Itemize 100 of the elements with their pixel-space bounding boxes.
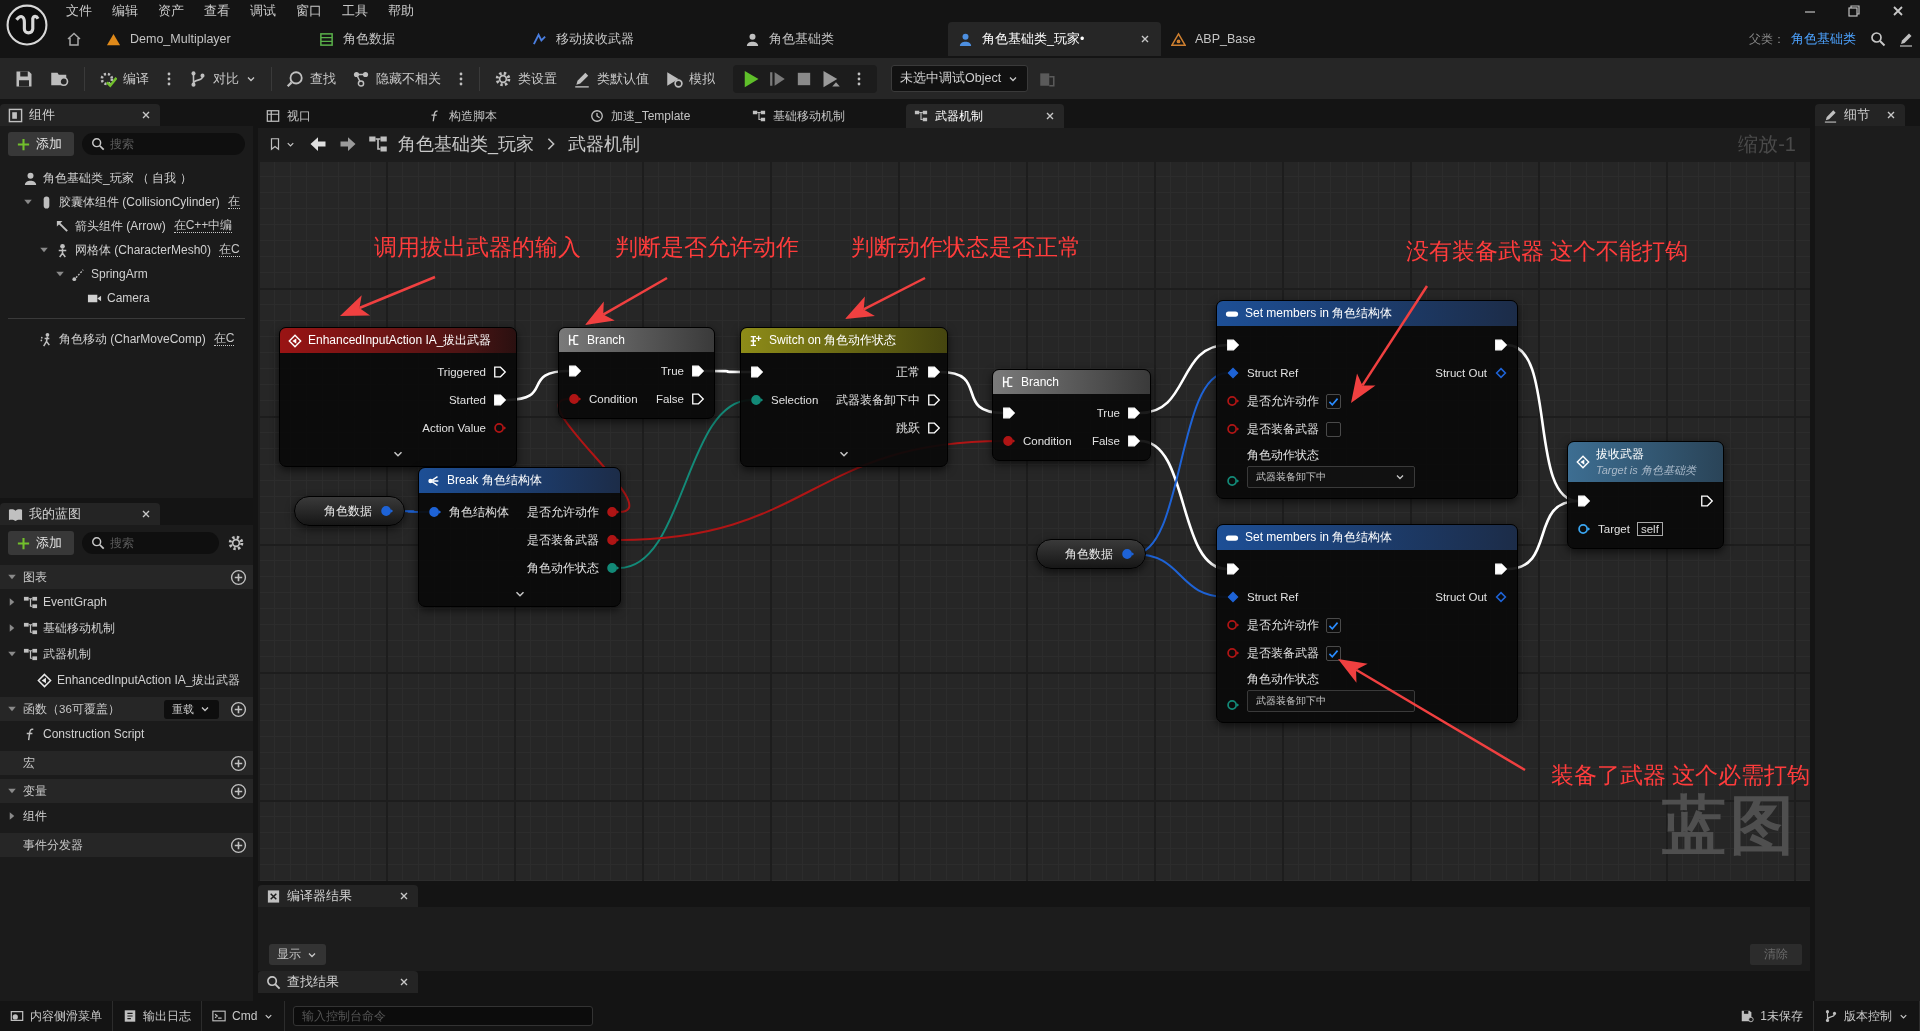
close-icon[interactable] bbox=[398, 976, 410, 988]
exec-pin-icon[interactable] bbox=[1226, 562, 1240, 576]
graph-node[interactable]: Switch on 角色动作状态 Selection 正常 武器装备卸下中 跳跃 bbox=[740, 327, 948, 467]
panel-tab[interactable]: 组件 bbox=[0, 104, 160, 126]
show-dropdown[interactable]: 显示 bbox=[269, 944, 326, 965]
exec-pin-icon[interactable] bbox=[1700, 494, 1714, 508]
section-header[interactable]: 变量 bbox=[0, 779, 253, 803]
close-icon[interactable] bbox=[140, 508, 152, 520]
source-control-button[interactable]: 版本控制 bbox=[1814, 1001, 1920, 1031]
cmd-dropdown[interactable]: Cmd bbox=[202, 1001, 286, 1031]
data-pin-icon[interactable] bbox=[1494, 590, 1508, 604]
exec-pin-icon[interactable] bbox=[927, 365, 942, 379]
restore-icon[interactable] bbox=[1846, 3, 1862, 19]
exec-pin-icon[interactable] bbox=[568, 364, 582, 378]
exec-pin-icon[interactable] bbox=[927, 393, 942, 407]
section-header[interactable]: 事件分发器 bbox=[0, 833, 253, 857]
menu-item[interactable]: 帮助 bbox=[378, 2, 424, 20]
menu-item[interactable]: 编辑 bbox=[102, 2, 148, 20]
compile-button[interactable]: 编译 bbox=[93, 65, 155, 92]
exec-pin-icon[interactable] bbox=[1002, 406, 1016, 420]
add-button[interactable]: 添加 bbox=[8, 531, 74, 555]
play-icon[interactable] bbox=[821, 68, 841, 89]
variable-node[interactable]: 角色数据 bbox=[294, 496, 405, 526]
tree-item[interactable]: 网格体 (CharacterMesh0) bbox=[75, 241, 212, 259]
exec-pin-icon[interactable] bbox=[1127, 406, 1141, 420]
add-icon[interactable] bbox=[230, 782, 247, 800]
graph-node[interactable]: EnhancedInputAction IA_拔出武器 Triggered Started Action Value bbox=[279, 327, 517, 467]
document-tab[interactable]: 角色数据 bbox=[309, 22, 522, 56]
breadcrumb-link[interactable]: 角色基础类_玩家 bbox=[398, 132, 534, 156]
exec-pin-icon[interactable] bbox=[1127, 434, 1141, 448]
editor-tab[interactable]: 构造脚本 bbox=[420, 104, 582, 128]
data-pin-icon[interactable] bbox=[606, 561, 620, 575]
list-item[interactable]: 武器机制 bbox=[43, 645, 91, 663]
editor-tab[interactable]: 视口 bbox=[258, 104, 420, 128]
exec-pin-icon[interactable] bbox=[691, 364, 705, 378]
add-icon[interactable] bbox=[230, 568, 247, 586]
menu-item[interactable]: 资产 bbox=[148, 2, 194, 20]
close-icon[interactable] bbox=[1885, 109, 1897, 121]
class-settings-button[interactable]: 类设置 bbox=[488, 65, 563, 92]
data-pin-icon[interactable] bbox=[1226, 590, 1240, 604]
panel-tab[interactable]: 查找结果 bbox=[258, 971, 418, 993]
graph-node[interactable]: Break 角色结构体 角色结构体 是否允许动作 是否装备武器 角色动作状态 bbox=[418, 467, 621, 607]
tree-item[interactable]: SpringArm bbox=[91, 267, 148, 281]
exec-pin-icon[interactable] bbox=[1494, 562, 1508, 576]
list-item[interactable]: Construction Script bbox=[43, 727, 145, 741]
menu-item[interactable]: 工具 bbox=[332, 2, 378, 20]
tree-item[interactable]: 胶囊体组件 (CollisionCylinder) bbox=[59, 193, 220, 211]
exec-pin-icon[interactable] bbox=[1494, 338, 1508, 352]
edit-link[interactable]: 在C bbox=[213, 332, 235, 346]
output-log-button[interactable]: 输出日志 bbox=[113, 1001, 202, 1031]
search-field[interactable]: 搜索 bbox=[82, 532, 219, 554]
home-icon[interactable] bbox=[66, 31, 82, 47]
tree-item[interactable]: Camera bbox=[107, 291, 150, 305]
menu-item[interactable]: 查看 bbox=[194, 2, 240, 20]
data-pin-icon[interactable] bbox=[1577, 522, 1591, 536]
document-tab[interactable]: Demo_Multiplayer bbox=[96, 22, 309, 56]
list-item[interactable]: 基础移动机制 bbox=[43, 619, 115, 637]
override-dropdown[interactable]: 重载 bbox=[164, 699, 219, 719]
add-icon[interactable] bbox=[230, 754, 247, 772]
edit-link[interactable]: 在C++中编 bbox=[173, 219, 233, 233]
data-pin-icon[interactable] bbox=[1226, 366, 1240, 380]
exec-pin-icon[interactable] bbox=[750, 365, 764, 379]
editor-tab[interactable]: 武器机制 bbox=[906, 104, 1064, 128]
enum-dropdown[interactable]: 武器装备卸下中 bbox=[1247, 690, 1415, 712]
section-header[interactable]: 宏 bbox=[0, 751, 253, 775]
checkbox[interactable] bbox=[1326, 421, 1341, 437]
console-input[interactable]: 输入控制台命令 bbox=[293, 1006, 594, 1026]
data-pin-icon[interactable] bbox=[380, 504, 394, 518]
diff-button[interactable]: 对比 bbox=[183, 65, 263, 92]
exec-pin-icon[interactable] bbox=[691, 392, 705, 406]
graph-node[interactable]: Branch Condition True False bbox=[992, 369, 1151, 461]
content-drawer-button[interactable]: 内容侧滑菜单 bbox=[0, 1001, 113, 1031]
tree-item[interactable]: 角色基础类_玩家 （ 自我 ） bbox=[43, 169, 192, 187]
exec-pin-icon[interactable] bbox=[493, 393, 507, 407]
document-tab[interactable]: 移动拔收武器 bbox=[522, 22, 735, 56]
hide-unrelated-button[interactable]: 隐藏不相关 bbox=[346, 65, 447, 92]
edit-link[interactable]: 在 bbox=[227, 195, 240, 209]
exec-pin-icon[interactable] bbox=[927, 421, 942, 435]
section-header[interactable]: 函数（36可覆盖） 重载 bbox=[0, 697, 253, 721]
close-icon[interactable] bbox=[140, 109, 152, 121]
find-button[interactable]: 查找 bbox=[280, 65, 342, 92]
data-pin-icon[interactable] bbox=[1494, 366, 1508, 380]
checkbox[interactable] bbox=[1326, 393, 1341, 409]
unsaved-button[interactable]: 1未保存 bbox=[1730, 1001, 1814, 1031]
exec-pin-icon[interactable] bbox=[493, 365, 507, 379]
checkbox[interactable] bbox=[1326, 617, 1341, 633]
checkbox[interactable] bbox=[1326, 645, 1341, 661]
parent-class-link[interactable]: 角色基础类 bbox=[1791, 30, 1856, 48]
list-item[interactable]: EnhancedInputAction IA_拔出武器 bbox=[57, 671, 241, 689]
panel-tab[interactable]: 编译器结果 bbox=[258, 885, 418, 907]
variable-node[interactable]: 角色数据 bbox=[1036, 539, 1146, 569]
data-pin-icon[interactable] bbox=[428, 505, 442, 519]
edit-link[interactable]: 在C bbox=[219, 243, 240, 257]
data-pin-icon[interactable] bbox=[1226, 698, 1240, 712]
exec-pin-icon[interactable] bbox=[1577, 494, 1591, 508]
section-header[interactable]: 图表 bbox=[0, 565, 253, 589]
editor-tab[interactable]: 基础移动机制 bbox=[744, 104, 906, 128]
simulate-button[interactable]: 模拟 bbox=[659, 65, 721, 92]
tree-item[interactable]: 角色移动 (CharMoveComp) bbox=[59, 330, 206, 348]
menu-item[interactable]: 窗口 bbox=[286, 2, 332, 20]
